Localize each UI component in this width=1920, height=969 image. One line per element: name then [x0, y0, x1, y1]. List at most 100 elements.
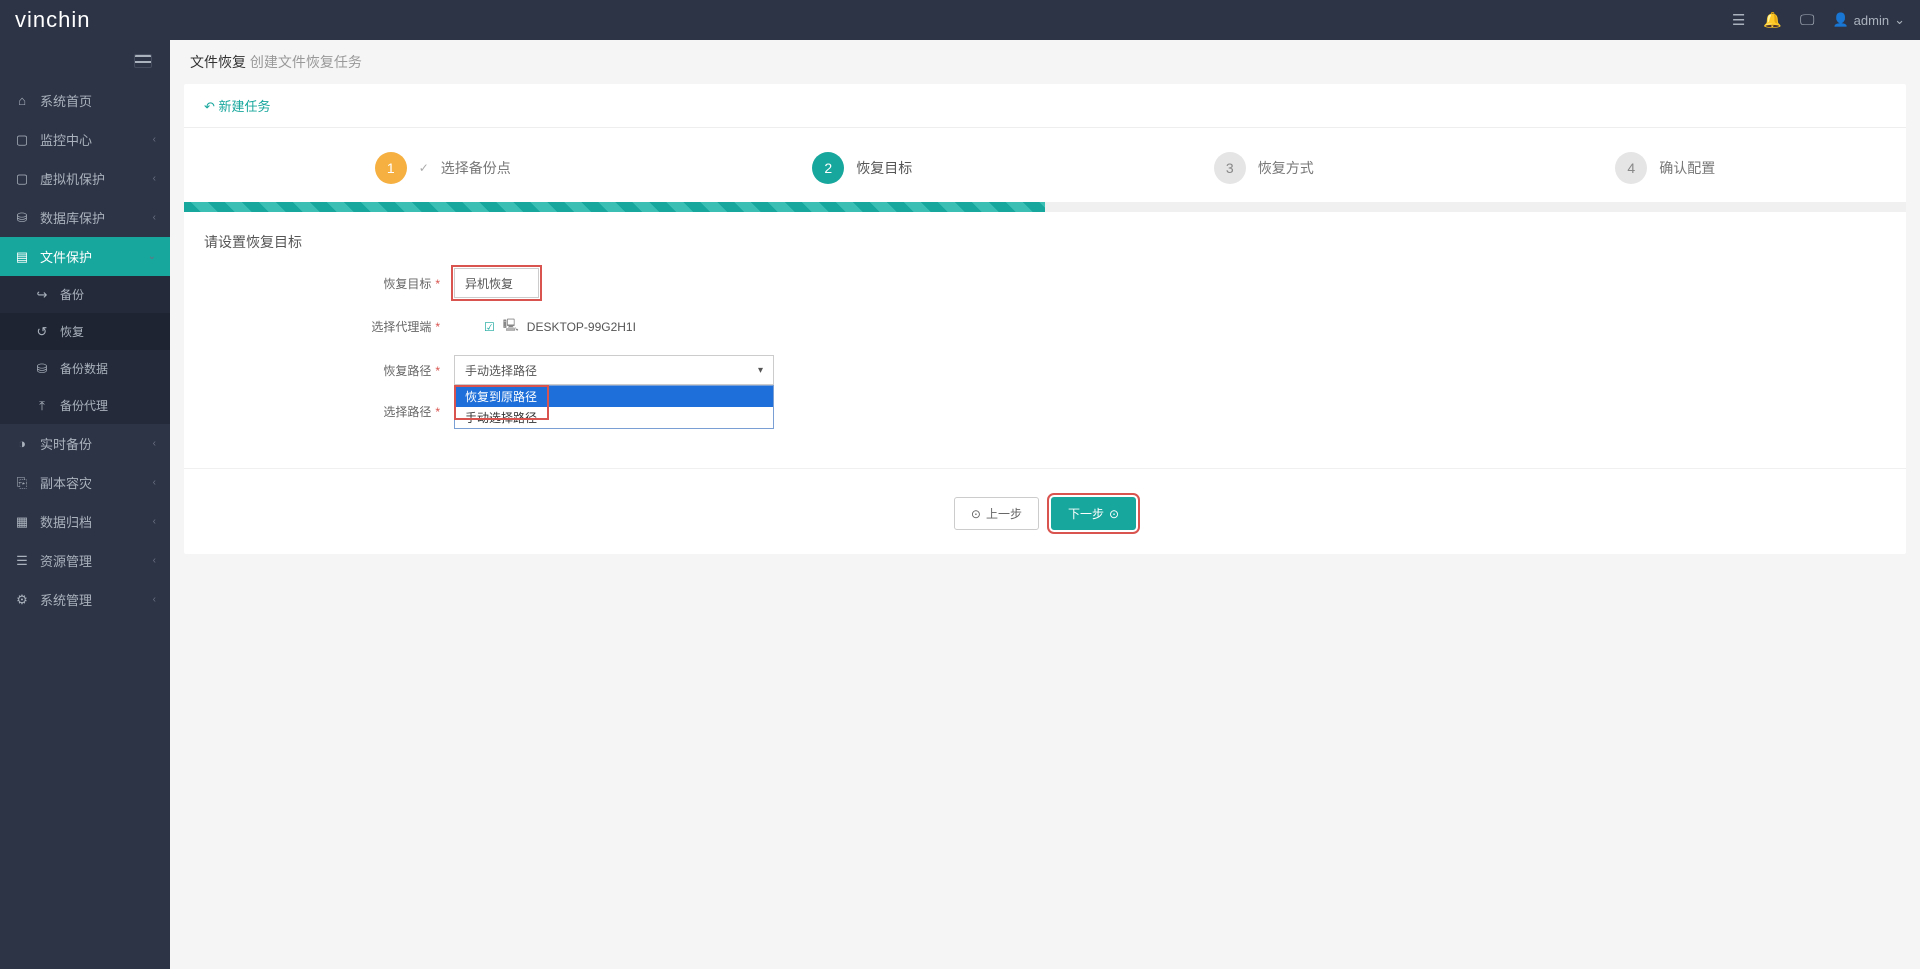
nav-replica[interactable]: ⎘ 副本容灾 ‹ — [0, 463, 170, 502]
step-2[interactable]: 2 恢复目标 — [812, 152, 912, 184]
breadcrumb: 文件恢复 创建文件恢复任务 — [170, 40, 1920, 84]
replica-icon: ⎘ — [14, 475, 30, 491]
monitor-icon[interactable]: 🖵 — [1800, 12, 1814, 29]
chevron-left-icon: ‹ — [153, 134, 156, 145]
target-control: 异机恢复 ▾ — [454, 268, 774, 298]
gear-icon: ⚙ — [14, 592, 30, 608]
nav-sub-backup[interactable]: ↪ 备份 — [0, 276, 170, 313]
bell-icon[interactable]: 🔔 — [1763, 11, 1782, 29]
progress-fill — [184, 202, 1045, 212]
chevron-left-icon: ‹ — [153, 594, 156, 605]
vm-icon: ▢ — [14, 171, 30, 187]
chevron-left-icon: ‹ — [153, 438, 156, 449]
chevron-down-icon: ▾ — [758, 365, 763, 376]
nav-label: 虚拟机保护 — [40, 169, 105, 188]
nav-sub-backup-data[interactable]: ⛁ 备份数据 — [0, 350, 170, 387]
nav-file-protect[interactable]: ▤ 文件保护 ⌄ — [0, 237, 170, 276]
list-icon[interactable]: ☰ — [1732, 11, 1745, 29]
nav-label: 副本容灾 — [40, 473, 92, 492]
step-number: 3 — [1214, 152, 1246, 184]
nav-label: 数据归档 — [40, 512, 92, 531]
user-menu[interactable]: 👤 admin ⌄ — [1832, 12, 1905, 28]
step-4[interactable]: 4 确认配置 — [1615, 152, 1715, 184]
nav-label: 数据库保护 — [40, 208, 105, 227]
monitor-icon: ▢ — [14, 132, 30, 148]
file-icon: ▤ — [14, 249, 30, 265]
nav-label: 恢复 — [60, 323, 84, 340]
logo: vinchin — [15, 7, 90, 33]
chevron-down-icon: ⌄ — [1894, 12, 1905, 28]
footer-buttons: ⊙ 上一步 下一步 ⊙ — [184, 468, 1906, 554]
progress-bar — [184, 202, 1906, 212]
form-title: 请设置恢复目标 — [184, 232, 1906, 268]
chevron-left-icon: ‹ — [153, 555, 156, 566]
step-label: 恢复目标 — [856, 158, 912, 178]
nav-home[interactable]: ⌂ 系统首页 — [0, 81, 170, 120]
agent-icon: ⤒ — [34, 398, 50, 414]
nav-resources[interactable]: ☰ 资源管理 ‹ — [0, 541, 170, 580]
nav-sub-backup-agent[interactable]: ⤒ 备份代理 — [0, 387, 170, 424]
sidebar: ⌂ 系统首页 ▢ 监控中心 ‹ ▢ 虚拟机保护 ‹ ⛁ 数据库保护 ‹ ▤ 文件… — [0, 40, 170, 969]
chevron-left-icon: ‹ — [153, 516, 156, 527]
path-dropdown: 恢复到原路径 手动选择路径 — [454, 385, 774, 429]
hamburger-icon — [134, 54, 152, 68]
agent-control: ☑ 🖳 DESKTOP-99G2H1I — [454, 316, 774, 337]
select-path-label: 选择路径* — [204, 403, 454, 420]
nav-label: 实时备份 — [40, 434, 92, 453]
resources-icon: ☰ — [14, 553, 30, 569]
step-1[interactable]: 1 ✓ 选择备份点 — [375, 152, 511, 184]
step-label: 恢复方式 — [1258, 158, 1314, 178]
step-3[interactable]: 3 恢复方式 — [1214, 152, 1314, 184]
archive-icon: ▦ — [14, 514, 30, 530]
panel-head: ↶ 新建任务 — [184, 84, 1906, 128]
nav-realtime-backup[interactable]: ◑ 实时备份 ‹ — [0, 424, 170, 463]
chevron-left-icon: ‹ — [153, 173, 156, 184]
target-select[interactable]: 异机恢复 — [454, 268, 539, 298]
step-number: 4 — [1615, 152, 1647, 184]
row-path: 恢复路径* 手动选择路径 ▾ 恢复到原路径 手动选择路径 — [204, 355, 1886, 385]
step-label: 确认配置 — [1659, 158, 1715, 178]
path-select[interactable]: 手动选择路径 ▾ — [454, 355, 774, 385]
breadcrumb-primary: 文件恢复 — [190, 54, 246, 70]
target-value: 异机恢复 — [465, 275, 513, 292]
panel: ↶ 新建任务 1 ✓ 选择备份点 2 恢复目标 3 恢复方式 4 确认配置 — [184, 84, 1906, 554]
nav-label: 备份代理 — [60, 397, 108, 414]
nav-sub-file: ↪ 备份 ↺ 恢复 ⛁ 备份数据 ⤒ 备份代理 — [0, 276, 170, 424]
step-label: 选择备份点 — [441, 158, 511, 178]
new-task-link[interactable]: ↶ 新建任务 — [204, 99, 271, 114]
target-label: 恢复目标* — [204, 275, 454, 292]
nav-label: 系统首页 — [40, 91, 92, 110]
nav-monitor[interactable]: ▢ 监控中心 ‹ — [0, 120, 170, 159]
agent-label: 选择代理端* — [204, 318, 454, 335]
nav-sub-restore[interactable]: ↺ 恢复 — [0, 313, 170, 350]
chevron-left-icon: ‹ — [153, 477, 156, 488]
dropdown-option-original[interactable]: 恢复到原路径 — [455, 386, 773, 407]
path-label: 恢复路径* — [204, 362, 454, 379]
nav-label: 监控中心 — [40, 130, 92, 149]
nav-system[interactable]: ⚙ 系统管理 ‹ — [0, 580, 170, 619]
agent-value: DESKTOP-99G2H1I — [527, 320, 636, 334]
path-value: 手动选择路径 — [465, 362, 537, 379]
nav-label: 备份 — [60, 286, 84, 303]
row-agent: 选择代理端* ☑ 🖳 DESKTOP-99G2H1I — [204, 316, 1886, 337]
nav-label: 系统管理 — [40, 590, 92, 609]
checkbox-checked-icon[interactable]: ☑ — [484, 320, 495, 334]
nav-label: 备份数据 — [60, 360, 108, 377]
db-icon: ⛁ — [14, 210, 30, 226]
breadcrumb-secondary: 创建文件恢复任务 — [250, 54, 362, 70]
nav-label: 资源管理 — [40, 551, 92, 570]
check-icon: ✓ — [419, 161, 429, 175]
nav-label: 文件保护 — [40, 247, 92, 266]
nav-db-protect[interactable]: ⛁ 数据库保护 ‹ — [0, 198, 170, 237]
arrow-left-icon: ⊙ — [971, 507, 981, 521]
dropdown-option-manual[interactable]: 手动选择路径 — [455, 407, 773, 428]
backup-icon: ↪ — [34, 287, 50, 303]
prev-button[interactable]: ⊙ 上一步 — [954, 497, 1039, 530]
host-icon: 🖳 — [503, 316, 519, 337]
user-icon: 👤 — [1832, 12, 1848, 28]
steps: 1 ✓ 选择备份点 2 恢复目标 3 恢复方式 4 确认配置 — [184, 128, 1906, 202]
next-button[interactable]: 下一步 ⊙ — [1051, 497, 1136, 530]
nav-vm-protect[interactable]: ▢ 虚拟机保护 ‹ — [0, 159, 170, 198]
nav-archive[interactable]: ▦ 数据归档 ‹ — [0, 502, 170, 541]
sidebar-toggle[interactable] — [0, 40, 170, 81]
